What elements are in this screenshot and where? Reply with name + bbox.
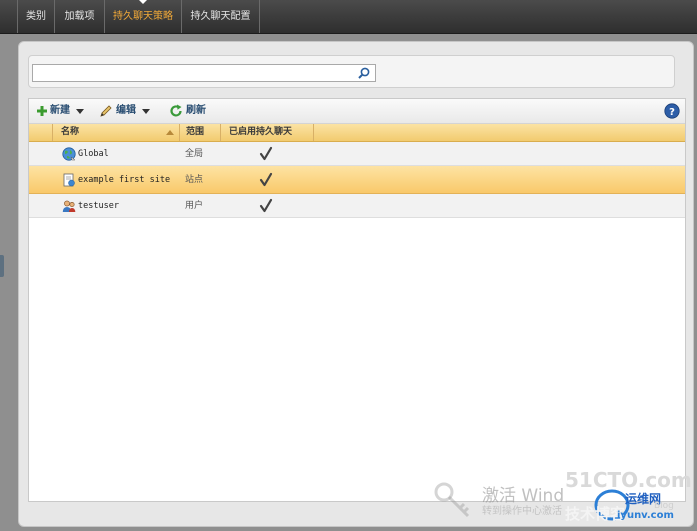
- refresh-button[interactable]: 刷新: [169, 103, 206, 119]
- yunwei-url-watermark: iyunv.com: [617, 510, 674, 521]
- table-row[interactable]: testuser 用户: [29, 194, 685, 218]
- chevron-down-icon: [76, 108, 84, 114]
- activate-windows-subtext: 转到操作中心激活: [482, 506, 562, 517]
- checkmark-icon: [259, 198, 273, 213]
- policy-name: testuser: [78, 201, 119, 211]
- edit-button-label: 编辑: [116, 105, 136, 116]
- column-header-enabled[interactable]: 已启用持久聊天: [221, 124, 314, 141]
- tab-addons[interactable]: 加载项: [55, 0, 105, 33]
- refresh-icon: [170, 104, 182, 117]
- blog-watermark: Blog: [654, 501, 674, 511]
- column-header-name[interactable]: 名称: [53, 124, 180, 141]
- table-row[interactable]: Global 全局: [29, 142, 685, 166]
- pencil-icon: [100, 105, 112, 117]
- table-row-selected[interactable]: example first site 站点: [29, 166, 685, 194]
- active-tab-pointer: [139, 0, 147, 4]
- policy-name: example first site: [78, 175, 171, 185]
- policy-scope: 全局: [185, 149, 204, 159]
- chevron-down-icon: [142, 108, 150, 114]
- refresh-button-label: 刷新: [186, 105, 206, 116]
- column-header-enabled-label: 已启用持久聊天: [229, 127, 293, 137]
- tab-category-label: 类别: [26, 11, 46, 22]
- site-document-icon: [63, 173, 75, 187]
- help-icon[interactable]: ?: [664, 103, 680, 119]
- tab-persistent-chat-policy-label: 持久聊天策略: [113, 11, 173, 22]
- checkmark-icon: [259, 146, 273, 161]
- search-input[interactable]: [32, 64, 376, 82]
- tab-persistent-chat-config-label: 持久聊天配置: [190, 11, 251, 22]
- svg-text:?: ?: [669, 107, 675, 118]
- tab-addons-label: 加载项: [64, 11, 95, 22]
- search-area: [28, 55, 675, 88]
- policy-grid: 新建 编辑 刷新 ? 名称 范围 已启用持久聊天 Global 全局 examp…: [28, 98, 686, 502]
- key-watermark-icon: [434, 482, 470, 518]
- sort-ascending-icon: [166, 130, 174, 135]
- tech-blog-watermark: 技术博客: [565, 505, 626, 523]
- policy-scope: 用户: [185, 201, 204, 211]
- column-header-row: 名称 范围 已启用持久聊天: [29, 124, 685, 142]
- globe-icon: [62, 147, 76, 161]
- policy-name: Global: [78, 149, 109, 159]
- policy-scope: 站点: [185, 175, 204, 185]
- users-icon: [62, 200, 76, 212]
- search-icon[interactable]: [357, 66, 371, 80]
- checkmark-icon: [259, 172, 273, 187]
- tab-persistent-chat-config[interactable]: 持久聊天配置: [182, 0, 260, 33]
- side-panel-handle[interactable]: [0, 255, 4, 277]
- column-header-name-label: 名称: [61, 127, 80, 137]
- main-panel: 新建 编辑 刷新 ? 名称 范围 已启用持久聊天 Global 全局 examp…: [18, 41, 694, 527]
- tab-category[interactable]: 类别: [17, 0, 55, 33]
- plus-icon: [37, 106, 47, 116]
- top-tab-bar: 类别 加载项 持久聊天策略 持久聊天配置: [0, 0, 697, 34]
- column-spacer: [29, 124, 53, 141]
- column-header-scope[interactable]: 范围: [180, 124, 221, 141]
- tab-persistent-chat-policy[interactable]: 持久聊天策略: [105, 0, 182, 33]
- edit-button[interactable]: 编辑: [99, 103, 150, 119]
- grid-toolbar: 新建 编辑 刷新 ?: [29, 99, 685, 124]
- new-button[interactable]: 新建: [37, 103, 84, 119]
- column-header-scope-label: 范围: [186, 127, 205, 137]
- new-button-label: 新建: [50, 105, 70, 116]
